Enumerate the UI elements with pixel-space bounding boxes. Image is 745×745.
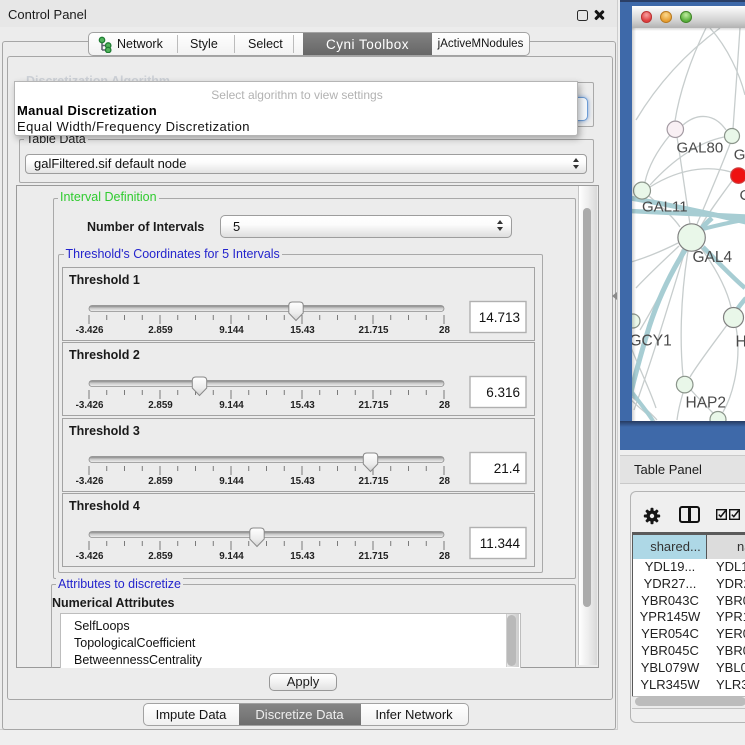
svg-text:GA: GA bbox=[734, 147, 745, 164]
svg-text:9.144: 9.144 bbox=[219, 325, 244, 336]
svg-text:Threshold 1: Threshold 1 bbox=[69, 273, 140, 287]
svg-text:21.715: 21.715 bbox=[359, 325, 390, 336]
svg-text:GAL11: GAL11 bbox=[642, 199, 688, 216]
svg-text:21.715: 21.715 bbox=[359, 400, 390, 411]
svg-text:2.859: 2.859 bbox=[148, 400, 173, 411]
svg-text:GAL80: GAL80 bbox=[677, 140, 724, 157]
svg-text:-3.426: -3.426 bbox=[76, 551, 104, 562]
svg-text:9.144: 9.144 bbox=[219, 476, 244, 487]
svg-text:GAL4: GAL4 bbox=[693, 249, 733, 266]
svg-text:Threshold 2: Threshold 2 bbox=[69, 348, 140, 362]
svg-text:2.859: 2.859 bbox=[148, 476, 173, 487]
svg-text:28: 28 bbox=[439, 551, 450, 562]
svg-text:H: H bbox=[736, 334, 745, 351]
svg-text:21.715: 21.715 bbox=[359, 551, 390, 562]
svg-text:15.43: 15.43 bbox=[290, 476, 315, 487]
svg-text:9.144: 9.144 bbox=[219, 400, 244, 411]
svg-text:28: 28 bbox=[439, 400, 450, 411]
svg-text:2.859: 2.859 bbox=[148, 551, 173, 562]
svg-text:21.715: 21.715 bbox=[359, 476, 390, 487]
svg-text:-3.426: -3.426 bbox=[76, 476, 104, 487]
svg-text:Threshold 3: Threshold 3 bbox=[69, 424, 140, 438]
svg-text:15.43: 15.43 bbox=[290, 325, 315, 336]
svg-text:-3.426: -3.426 bbox=[76, 400, 104, 411]
svg-text:-3.426: -3.426 bbox=[76, 325, 104, 336]
svg-text:Threshold 4: Threshold 4 bbox=[69, 499, 140, 513]
svg-text:15.43: 15.43 bbox=[290, 400, 315, 411]
svg-text:C: C bbox=[740, 187, 745, 204]
svg-text:HAP2: HAP2 bbox=[686, 395, 727, 412]
svg-text:2.859: 2.859 bbox=[148, 325, 173, 336]
svg-text:9.144: 9.144 bbox=[219, 551, 244, 562]
svg-text:6.316: 6.316 bbox=[486, 385, 520, 400]
svg-text:14.713: 14.713 bbox=[479, 310, 520, 325]
svg-text:15.43: 15.43 bbox=[290, 551, 315, 562]
svg-text:28: 28 bbox=[439, 325, 450, 336]
svg-text:28: 28 bbox=[439, 476, 450, 487]
svg-text:21.4: 21.4 bbox=[494, 461, 521, 476]
svg-text:GCY1: GCY1 bbox=[632, 333, 672, 350]
svg-text:11.344: 11.344 bbox=[480, 536, 521, 551]
